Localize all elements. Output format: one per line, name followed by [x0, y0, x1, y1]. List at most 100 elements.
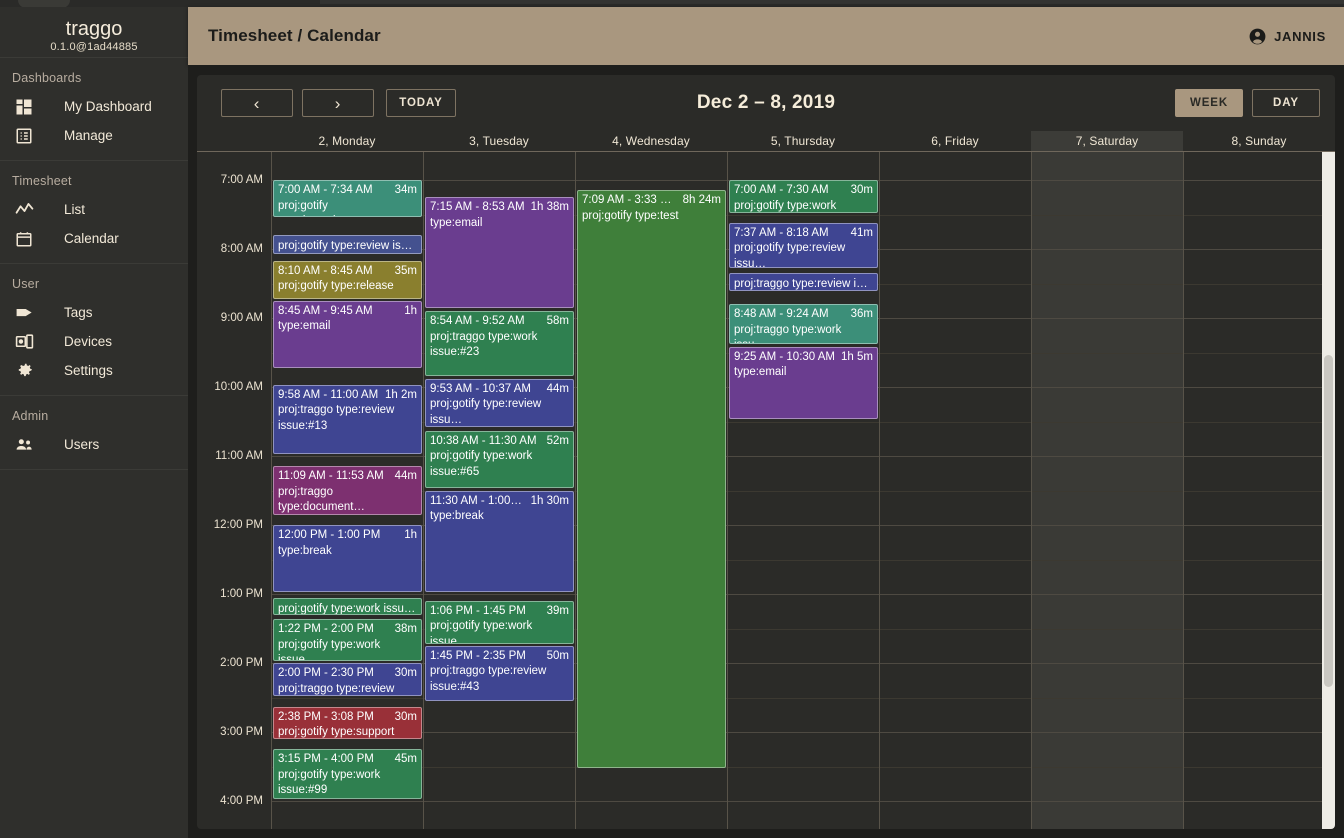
event-duration: 38m — [395, 622, 417, 638]
half-hour-line — [272, 698, 423, 699]
event-time-row: 11:09 AM - 11:53 AM44m — [278, 469, 417, 485]
sidebar-group-label: Admin — [0, 404, 188, 430]
event-time: 11:30 AM - 1:00 PM — [430, 494, 525, 510]
calendar-event[interactable]: 2:00 PM - 2:30 PM30mproj:traggo type:rev… — [273, 663, 422, 696]
sidebar-group-label: User — [0, 272, 188, 298]
day-header-row: 2, Monday3, Tuesday4, Wednesday5, Thursd… — [197, 131, 1335, 152]
event-tags: proj:traggo type:work issue:#23 — [430, 330, 569, 361]
event-time-row: 11:30 AM - 1:00 PM1h 30m — [430, 494, 569, 510]
sidebar-item-users[interactable]: Users — [0, 430, 188, 459]
sidebar-item-my-dashboard[interactable]: My Dashboard — [0, 92, 188, 121]
calendar-event[interactable]: 1:22 PM - 2:00 PM38mproj:gotify type:wor… — [273, 619, 422, 661]
chevron-left-icon: ‹ — [254, 95, 261, 112]
calendar-event[interactable]: 8:45 AM - 9:45 AM1htype:email — [273, 301, 422, 368]
event-time: 1:06 PM - 1:45 PM — [430, 604, 526, 620]
calendar-event[interactable]: 11:09 AM - 11:53 AM44mproj:traggo type:d… — [273, 466, 422, 515]
next-week-button[interactable]: › — [302, 89, 374, 117]
calendar-event[interactable]: 3:15 PM - 4:00 PM45mproj:gotify type:wor… — [273, 749, 422, 799]
calendar-event[interactable]: 10:38 AM - 11:30 AM52mproj:gotify type:w… — [425, 431, 574, 489]
day-header-2[interactable]: 4, Wednesday — [575, 131, 727, 151]
calendar-event[interactable]: 9:58 AM - 11:00 AM1h 2mproj:traggo type:… — [273, 385, 422, 454]
time-label-6: 1:00 PM — [220, 588, 263, 600]
half-hour-line — [880, 698, 1031, 699]
sidebar-group: Admin Users — [0, 396, 188, 470]
day-column-2[interactable]: 7:09 AM - 3:33 PM8h 24mproj:gotify type:… — [575, 152, 727, 829]
hour-line — [1032, 180, 1183, 181]
sidebar-item-label: Tags — [64, 305, 93, 320]
sidebar-item-settings[interactable]: Settings — [0, 356, 188, 385]
calendar-event[interactable]: 1:45 PM - 2:35 PM50mproj:traggo type:rev… — [425, 646, 574, 701]
calendar-event[interactable]: proj:gotify type:review issu… — [273, 235, 422, 254]
day-column-1[interactable]: 7:15 AM - 8:53 AM1h 38mtype:email8:54 AM… — [423, 152, 575, 829]
day-header-4[interactable]: 6, Friday — [879, 131, 1031, 151]
event-tags: proj:traggo type:review iss… — [278, 682, 417, 696]
sidebar-item-calendar[interactable]: Calendar — [0, 224, 188, 253]
vertical-scrollbar[interactable] — [1322, 152, 1335, 829]
half-hour-line — [1184, 284, 1335, 285]
event-time: 8:10 AM - 8:45 AM — [278, 264, 373, 280]
user-name: JANNIS — [1274, 29, 1326, 44]
event-time: 7:00 AM - 7:34 AM — [278, 183, 373, 199]
sidebar-item-list[interactable]: List — [0, 195, 188, 224]
day-header-5[interactable]: 7, Saturday — [1031, 131, 1183, 151]
previous-week-button[interactable]: ‹ — [221, 89, 293, 117]
sidebar-item-label: Users — [64, 437, 99, 452]
calendar-scroll-viewport[interactable]: 7:00 AM8:00 AM9:00 AM10:00 AM11:00 AM12:… — [197, 152, 1335, 829]
calendar-event[interactable]: 9:53 AM - 10:37 AM44mproj:gotify type:re… — [425, 379, 574, 428]
user-menu-button[interactable]: JANNIS — [1248, 27, 1326, 46]
event-time-row: 7:09 AM - 3:33 PM8h 24m — [582, 193, 721, 209]
calendar-event[interactable]: 8:48 AM - 9:24 AM36mproj:traggo type:wor… — [729, 304, 878, 343]
hour-line — [1184, 387, 1335, 388]
calendar-event[interactable]: 7:09 AM - 3:33 PM8h 24mproj:gotify type:… — [577, 190, 726, 768]
hour-line — [576, 180, 727, 181]
day-header-1[interactable]: 3, Tuesday — [423, 131, 575, 151]
event-time: 8:45 AM - 9:45 AM — [278, 304, 373, 320]
time-label-9: 4:00 PM — [220, 795, 263, 807]
day-column-5[interactable] — [1031, 152, 1183, 829]
calendar-event[interactable]: 9:25 AM - 10:30 AM1h 5mtype:email — [729, 347, 878, 420]
day-column-4[interactable] — [879, 152, 1031, 829]
day-column-3[interactable]: 7:00 AM - 7:30 AM30mproj:gotify type:wor… — [727, 152, 879, 829]
event-duration: 44m — [395, 469, 417, 485]
calendar-event[interactable]: 12:00 PM - 1:00 PM1htype:break — [273, 525, 422, 592]
sidebar-group: DashboardsMy DashboardManage — [0, 58, 188, 161]
calendar-event[interactable]: 7:37 AM - 8:18 AM41mproj:gotify type:rev… — [729, 223, 878, 268]
hour-line — [1032, 525, 1183, 526]
calendar-event[interactable]: proj:traggo type:review iss… — [729, 273, 878, 291]
calendar-event[interactable]: 8:10 AM - 8:45 AM35mproj:gotify type:rel… — [273, 261, 422, 299]
view-day-button[interactable]: DAY — [1252, 89, 1320, 117]
event-time-row: 7:37 AM - 8:18 AM41m — [734, 226, 873, 242]
calendar-event[interactable]: proj:gotify type:work issue… — [273, 598, 422, 615]
event-time-row: 3:15 PM - 4:00 PM45m — [278, 752, 417, 768]
day-header-0[interactable]: 2, Monday — [271, 131, 423, 151]
calendar-event[interactable]: 2:38 PM - 3:08 PM30mproj:gotify type:sup… — [273, 707, 422, 740]
today-button[interactable]: TODAY — [386, 89, 456, 117]
sidebar-item-manage[interactable]: Manage — [0, 121, 188, 150]
half-hour-line — [1184, 560, 1335, 561]
half-hour-line — [1032, 215, 1183, 216]
event-time: 7:00 AM - 7:30 AM — [734, 183, 829, 199]
event-time-row: 9:25 AM - 10:30 AM1h 5m — [734, 350, 873, 366]
calendar-event[interactable]: 7:15 AM - 8:53 AM1h 38mtype:email — [425, 197, 574, 308]
view-week-button[interactable]: WEEK — [1175, 89, 1243, 117]
tag-icon — [12, 301, 36, 325]
time-label-2: 9:00 AM — [221, 312, 263, 324]
sidebar-item-devices[interactable]: Devices — [0, 327, 188, 356]
sidebar-item-tags[interactable]: Tags — [0, 298, 188, 327]
day-column-6[interactable] — [1183, 152, 1335, 829]
day-header-6[interactable]: 8, Sunday — [1183, 131, 1335, 151]
calendar-event[interactable]: 1:06 PM - 1:45 PM39mproj:gotify type:wor… — [425, 601, 574, 644]
day-header-3[interactable]: 5, Thursday — [727, 131, 879, 151]
calendar-event[interactable]: 7:00 AM - 7:34 AM34mproj:gotify type:inv… — [273, 180, 422, 217]
hour-line — [1032, 594, 1183, 595]
event-duration: 8h 24m — [683, 193, 721, 209]
vertical-scrollbar-thumb[interactable] — [1324, 355, 1333, 687]
time-label-5: 12:00 PM — [214, 519, 263, 531]
calendar-event[interactable]: 8:54 AM - 9:52 AM58mproj:traggo type:wor… — [425, 311, 574, 376]
calendar-event[interactable]: 7:00 AM - 7:30 AM30mproj:gotify type:wor… — [729, 180, 878, 213]
event-tags: proj:gotify type:work issue… — [430, 619, 569, 643]
event-time: 8:54 AM - 9:52 AM — [430, 314, 525, 330]
calendar-event[interactable]: 11:30 AM - 1:00 PM1h 30mtype:break — [425, 491, 574, 593]
event-duration: 1h — [404, 528, 417, 544]
day-column-0[interactable]: 7:00 AM - 7:34 AM34mproj:gotify type:inv… — [271, 152, 423, 829]
